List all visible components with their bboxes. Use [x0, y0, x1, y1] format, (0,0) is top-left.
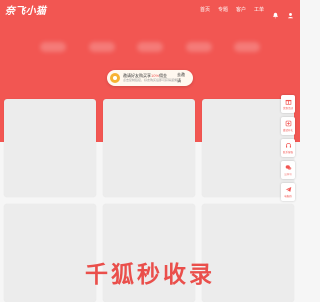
headset-icon: [285, 143, 291, 148]
invite-icon: [285, 120, 291, 127]
user-icon[interactable]: [287, 6, 294, 18]
sidebar-item-support[interactable]: 联系客服: [281, 139, 295, 157]
telegram-icon: [285, 187, 291, 192]
hero-decoration: [40, 42, 260, 56]
notice-subtitle: 点击复制链接，好友购买后即可获得返佣: [123, 78, 178, 82]
nav-item-customers[interactable]: 客户: [236, 6, 246, 13]
sidebar-item-label: 电报群: [284, 195, 292, 198]
floating-sidebar: 优惠活动 邀请有礼 联系客服 公众号 电报群: [281, 95, 297, 201]
sidebar-item-invite[interactable]: 邀请有礼: [281, 117, 295, 135]
sidebar-item-wechat[interactable]: 公众号: [281, 161, 295, 179]
top-navigation-bar: 奈飞小猫 首页 专题 客户 工单: [0, 0, 300, 18]
product-card[interactable]: [103, 99, 195, 197]
hero-decoration-item: [185, 42, 212, 52]
invite-notice[interactable]: 邀请好友购买享10%佣金 点击复制链接，好友购买后即可获得返佣 去邀请: [107, 70, 193, 86]
hero-decoration-item: [88, 42, 115, 52]
sidebar-item-label: 联系客服: [282, 151, 293, 154]
invite-button[interactable]: 去邀请: [177, 72, 188, 84]
nav-item-home[interactable]: 首页: [200, 6, 210, 13]
sidebar-item-label: 优惠活动: [282, 107, 293, 110]
sidebar-item-label: 公众号: [284, 173, 292, 176]
notice-avatar-icon: [110, 73, 120, 83]
notice-text: 邀请好友购买享10%佣金 点击复制链接，好友购买后即可获得返佣: [123, 74, 177, 82]
hero-decoration-item: [40, 42, 66, 52]
gift-icon: [285, 99, 291, 105]
watermark-text: 千狐秒收录: [85, 262, 215, 288]
nav-item-topics[interactable]: 专题: [218, 6, 228, 13]
nav-menu: 首页 专题 客户 工单: [200, 6, 294, 18]
site-logo[interactable]: 奈飞小猫: [5, 2, 46, 17]
product-card[interactable]: [4, 99, 96, 197]
nav-item-tickets[interactable]: 工单: [254, 6, 264, 13]
wechat-icon: [285, 165, 291, 170]
sidebar-item-promotions[interactable]: 优惠活动: [281, 95, 295, 113]
sidebar-item-label: 邀请有礼: [282, 129, 293, 132]
hero-decoration-item: [137, 42, 163, 52]
bell-icon[interactable]: [272, 6, 279, 18]
sidebar-item-telegram[interactable]: 电报群: [281, 183, 295, 201]
hero-decoration-item: [234, 42, 260, 52]
